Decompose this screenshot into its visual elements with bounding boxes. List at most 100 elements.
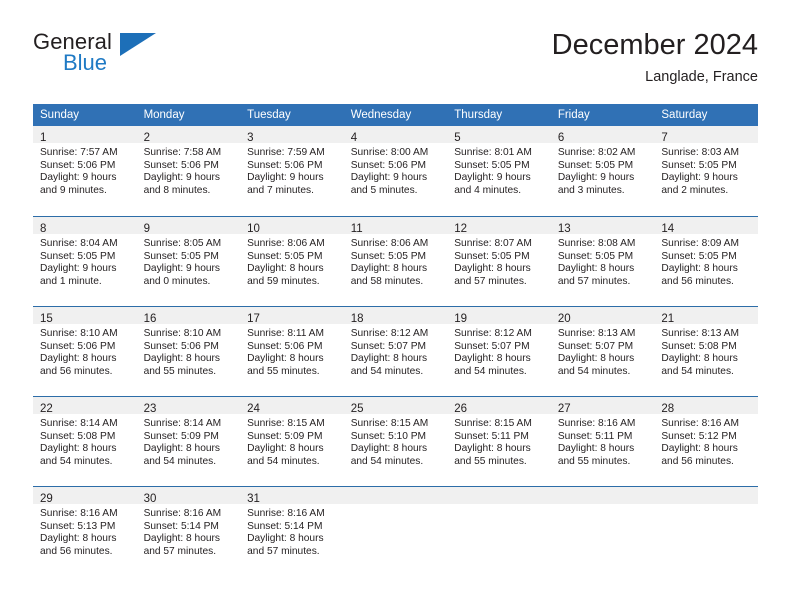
sunset-text: Sunset: 5:09 PM <box>143 430 219 442</box>
calendar-day-cell[interactable]: 23 Sunrise: 8:14 AM Sunset: 5:09 PM Dayligh… <box>136 396 241 486</box>
sunset-text: Sunset: 5:14 PM <box>143 520 219 532</box>
sunrise-text: Sunrise: 8:06 AM <box>247 238 325 249</box>
daylight-text-line2: and 7 minutes. <box>247 184 314 196</box>
calendar-day-cell[interactable]: 1 Sunrise: 7:57 AM Sunset: 5:06 PM Daylight… <box>33 126 137 216</box>
day-details: Sunrise: 8:12 AM Sunset: 5:07 PM Daylight:… <box>447 324 551 378</box>
calendar-day-cell[interactable] <box>550 486 655 576</box>
sunrise-text: Sunrise: 8:11 AM <box>247 328 324 339</box>
day-details: Sunrise: 7:59 AM Sunset: 5:06 PM Daylight:… <box>240 143 344 197</box>
day-number-band: 18 <box>343 307 448 325</box>
day-number: 14 <box>661 223 675 235</box>
calendar-table: Sunday Monday Tuesday Wednesday Thursday… <box>33 104 758 576</box>
calendar-day-cell[interactable]: 7 Sunrise: 8:03 AM Sunset: 5:05 PM Daylight… <box>654 126 758 216</box>
daylight-text-line1: Daylight: 8 hours <box>247 263 324 275</box>
calendar-day-cell[interactable]: 31 Sunrise: 8:16 AM Sunset: 5:14 PM Dayligh… <box>240 486 344 576</box>
day-number: 10 <box>247 223 260 235</box>
calendar-day-cell[interactable]: 12 Sunrise: 8:07 AM Sunset: 5:05 PM Dayligh… <box>447 216 551 306</box>
day-number: 28 <box>661 403 675 415</box>
calendar-day-cell[interactable]: 15 Sunrise: 8:10 AM Sunset: 5:06 PM Dayligh… <box>33 306 137 396</box>
daylight-text-line1: Daylight: 8 hours <box>247 443 324 455</box>
day-cell-inner: 11 Sunrise: 8:06 AM Sunset: 5:05 PM Dayligh… <box>343 216 448 306</box>
brand-logo[interactable]: General Blue <box>33 30 243 88</box>
sunset-text: Sunset: 5:11 PM <box>557 430 633 442</box>
day-cell-inner: 7 Sunrise: 8:03 AM Sunset: 5:05 PM Daylight… <box>654 126 758 216</box>
sunset-text: Sunset: 5:06 PM <box>143 159 219 171</box>
day-cell-inner <box>550 486 655 576</box>
day-cell-inner: 1 Sunrise: 7:57 AM Sunset: 5:06 PM Daylight… <box>33 126 137 216</box>
calendar-day-cell[interactable]: 8 Sunrise: 8:04 AM Sunset: 5:05 PM Daylight… <box>33 216 137 306</box>
calendar-day-cell[interactable]: 26 Sunrise: 8:15 AM Sunset: 5:11 PM Dayligh… <box>447 396 551 486</box>
calendar-day-cell[interactable]: 22 Sunrise: 8:14 AM Sunset: 5:08 PM Dayligh… <box>33 396 137 486</box>
day-number-band: 4 <box>343 126 448 144</box>
page-header: General Blue December 2024 Langlade, Fra… <box>33 28 758 90</box>
calendar-day-cell[interactable] <box>654 486 758 576</box>
calendar-day-cell[interactable]: 27 Sunrise: 8:16 AM Sunset: 5:11 PM Dayligh… <box>550 396 655 486</box>
calendar-day-cell[interactable]: 11 Sunrise: 8:06 AM Sunset: 5:05 PM Dayligh… <box>343 216 448 306</box>
calendar-day-cell[interactable]: 10 Sunrise: 8:06 AM Sunset: 5:05 PM Dayligh… <box>240 216 344 306</box>
day-details: Sunrise: 8:07 AM Sunset: 5:05 PM Daylight:… <box>447 234 551 288</box>
calendar-day-cell[interactable]: 2 Sunrise: 7:58 AM Sunset: 5:06 PM Daylight… <box>136 126 241 216</box>
calendar-day-cell[interactable]: 29 Sunrise: 8:16 AM Sunset: 5:13 PM Dayligh… <box>33 486 137 576</box>
daylight-text-line2: and 54 minutes. <box>143 455 217 467</box>
day-number-band: 15 <box>33 307 137 325</box>
calendar-day-cell[interactable]: 6 Sunrise: 8:02 AM Sunset: 5:05 PM Daylight… <box>550 126 655 216</box>
day-cell-inner: 19 Sunrise: 8:12 AM Sunset: 5:07 PM Dayligh… <box>447 306 551 396</box>
calendar-day-cell[interactable] <box>447 486 551 576</box>
calendar-day-cell[interactable]: 3 Sunrise: 7:59 AM Sunset: 5:06 PM Daylight… <box>240 126 344 216</box>
calendar-day-cell[interactable]: 4 Sunrise: 8:00 AM Sunset: 5:06 PM Daylight… <box>343 126 448 216</box>
day-details: Sunrise: 8:14 AM Sunset: 5:08 PM Daylight:… <box>33 414 137 468</box>
day-details: Sunrise: 8:13 AM Sunset: 5:07 PM Daylight:… <box>551 324 655 378</box>
day-number-band: 7 <box>654 126 758 144</box>
sunrise-text: Sunrise: 8:10 AM <box>143 328 222 339</box>
day-number: 23 <box>143 403 157 415</box>
daylight-text-line1: Daylight: 8 hours <box>143 353 221 365</box>
day-cell-inner: 14 Sunrise: 8:09 AM Sunset: 5:05 PM Dayligh… <box>654 216 758 306</box>
sunrise-text: Sunrise: 8:10 AM <box>40 328 118 339</box>
calendar-day-cell[interactable]: 24 Sunrise: 8:15 AM Sunset: 5:09 PM Dayligh… <box>240 396 344 486</box>
day-cell-inner: 10 Sunrise: 8:06 AM Sunset: 5:05 PM Dayligh… <box>240 216 344 306</box>
day-cell-inner: 29 Sunrise: 8:16 AM Sunset: 5:13 PM Dayligh… <box>33 486 137 576</box>
calendar-day-cell[interactable]: 9 Sunrise: 8:05 AM Sunset: 5:05 PM Daylight… <box>136 216 241 306</box>
day-number: 22 <box>40 403 53 415</box>
day-number: 5 <box>454 132 461 144</box>
calendar-day-cell[interactable]: 13 Sunrise: 8:08 AM Sunset: 5:05 PM Dayligh… <box>550 216 655 306</box>
sunrise-text: Sunrise: 8:13 AM <box>661 328 739 339</box>
daylight-text-line1: Daylight: 9 hours <box>143 172 221 184</box>
sunset-text: Sunset: 5:05 PM <box>454 159 530 171</box>
calendar-day-cell[interactable]: 28 Sunrise: 8:16 AM Sunset: 5:12 PM Dayligh… <box>654 396 758 486</box>
calendar-day-cell[interactable] <box>343 486 448 576</box>
sunset-text: Sunset: 5:09 PM <box>247 430 323 442</box>
daylight-text-line1: Daylight: 8 hours <box>143 443 221 455</box>
calendar-day-cell[interactable]: 20 Sunrise: 8:13 AM Sunset: 5:07 PM Dayligh… <box>550 306 655 396</box>
calendar-week-row: 29 Sunrise: 8:16 AM Sunset: 5:13 PM Dayligh… <box>33 486 758 576</box>
day-number: 29 <box>40 493 53 505</box>
calendar-day-cell[interactable]: 19 Sunrise: 8:12 AM Sunset: 5:07 PM Dayligh… <box>447 306 551 396</box>
calendar-day-cell[interactable]: 25 Sunrise: 8:15 AM Sunset: 5:10 PM Dayligh… <box>343 396 448 486</box>
day-details: Sunrise: 8:14 AM Sunset: 5:09 PM Daylight:… <box>137 414 241 468</box>
day-details: Sunrise: 8:01 AM Sunset: 5:05 PM Daylight:… <box>447 143 551 197</box>
calendar-day-cell[interactable]: 14 Sunrise: 8:09 AM Sunset: 5:05 PM Dayligh… <box>654 216 758 306</box>
day-number-band: 26 <box>447 397 551 415</box>
calendar-week-row: 8 Sunrise: 8:04 AM Sunset: 5:05 PM Daylight… <box>33 216 758 306</box>
calendar-day-cell[interactable]: 30 Sunrise: 8:16 AM Sunset: 5:14 PM Dayligh… <box>136 486 241 576</box>
calendar-day-cell[interactable]: 16 Sunrise: 8:10 AM Sunset: 5:06 PM Dayligh… <box>136 306 241 396</box>
calendar-week-row: 1 Sunrise: 7:57 AM Sunset: 5:06 PM Daylight… <box>33 126 758 216</box>
page-subtitle: Langlade, France <box>645 69 758 85</box>
calendar-day-cell[interactable]: 18 Sunrise: 8:12 AM Sunset: 5:07 PM Dayligh… <box>343 306 448 396</box>
daylight-text-line2: and 1 minute. <box>40 275 102 287</box>
daylight-text-line1: Daylight: 8 hours <box>350 443 428 455</box>
day-number-band: 24 <box>240 397 344 415</box>
calendar-body: 1 Sunrise: 7:57 AM Sunset: 5:06 PM Daylight… <box>33 126 758 576</box>
calendar-day-cell[interactable]: 5 Sunrise: 8:01 AM Sunset: 5:05 PM Daylight… <box>447 126 551 216</box>
calendar-day-cell[interactable]: 21 Sunrise: 8:13 AM Sunset: 5:08 PM Dayligh… <box>654 306 758 396</box>
day-cell-inner: 24 Sunrise: 8:15 AM Sunset: 5:09 PM Dayligh… <box>240 396 344 486</box>
daylight-text-line1: Daylight: 9 hours <box>143 263 221 275</box>
sunrise-text: Sunrise: 8:14 AM <box>143 418 222 429</box>
daylight-text-line1: Daylight: 9 hours <box>247 172 324 184</box>
day-number: 27 <box>557 403 571 415</box>
day-number: 3 <box>247 132 254 144</box>
day-number-band: 5 <box>447 126 551 144</box>
calendar-day-cell[interactable]: 17 Sunrise: 8:11 AM Sunset: 5:06 PM Dayligh… <box>240 306 344 396</box>
day-cell-inner: 27 Sunrise: 8:16 AM Sunset: 5:11 PM Dayligh… <box>550 396 655 486</box>
day-details: Sunrise: 8:03 AM Sunset: 5:05 PM Daylight:… <box>654 143 758 197</box>
